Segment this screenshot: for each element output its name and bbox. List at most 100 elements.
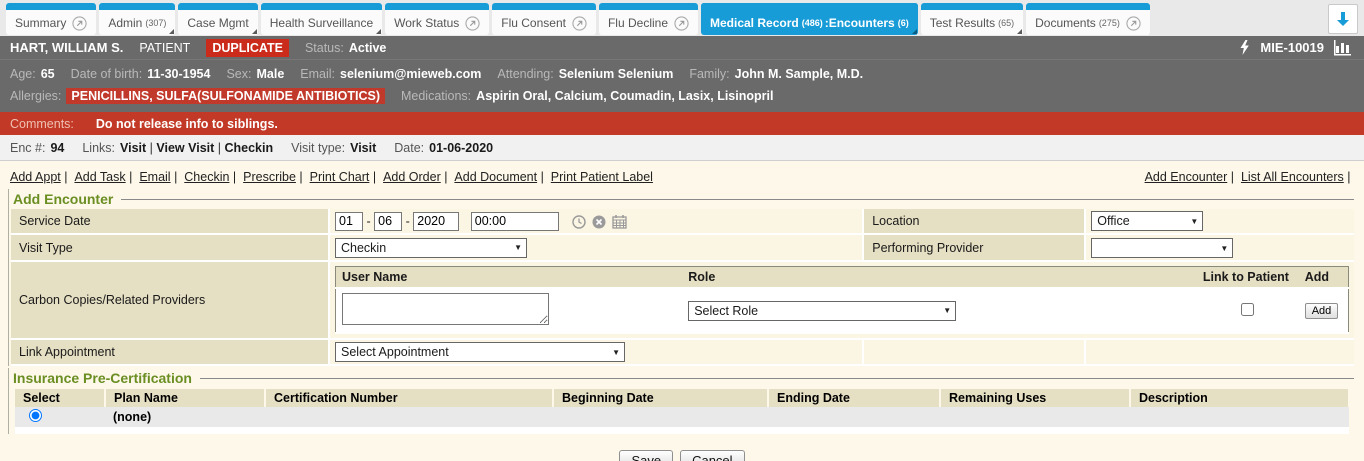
tab-label: Medical Record <box>710 17 799 29</box>
print-chart-link[interactable]: Print Chart <box>310 170 380 184</box>
tab-label: Work Status <box>394 17 459 29</box>
dob-label: Date of birth: <box>71 67 143 81</box>
calendar-icon[interactable] <box>612 215 627 229</box>
lightning-icon[interactable] <box>1239 40 1250 55</box>
status-field: Status: Active <box>305 41 386 55</box>
caret-down-icon: ▼ <box>1220 244 1228 253</box>
clock-icon[interactable] <box>572 215 586 229</box>
allergies-label: Allergies: <box>10 89 61 103</box>
cc-col-user-name: User Name <box>336 267 683 289</box>
expand-tabs-button[interactable] <box>1328 4 1358 34</box>
patient-header: HART, WILLIAM S. PATIENT DUPLICATE Statu… <box>0 36 1364 112</box>
save-button[interactable]: Save <box>619 450 673 461</box>
enc-date-label: Date: <box>394 141 424 155</box>
link-appointment-cell: Select Appointment ▼ <box>329 339 863 365</box>
insurance-header-row: Select Plan Name Certification Number Be… <box>15 389 1349 407</box>
patient-name: HART, WILLIAM S. <box>10 40 123 55</box>
description-value <box>1130 407 1349 427</box>
prescribe-link[interactable]: Prescribe <box>243 170 306 184</box>
allergies-value[interactable]: PENICILLINS, SULFA(SULFONAMIDE ANTIBIOTI… <box>66 88 385 104</box>
tab-flu-decline[interactable]: Flu Decline <box>599 3 698 35</box>
tab-case-mgmt[interactable]: Case Mgmt <box>178 3 257 35</box>
list-all-encounters-link[interactable]: List All Encounters <box>1241 170 1354 184</box>
tab-label: Flu Decline <box>608 17 668 29</box>
visit-type-select[interactable]: Checkin ▼ <box>335 238 527 258</box>
link-visit[interactable]: Visit <box>120 141 156 155</box>
add-document-link[interactable]: Add Document <box>454 170 547 184</box>
col-beginning-date: Beginning Date <box>553 389 768 407</box>
dob-value: 11-30-1954 <box>147 67 210 81</box>
age-value: 65 <box>41 67 55 81</box>
tab-work-status[interactable]: Work Status <box>385 3 489 35</box>
service-date-row: Service Date - - Location Office ▼ <box>11 209 1354 234</box>
tab-test-results[interactable]: Test Results (65) <box>921 3 1023 35</box>
print-patient-label-link[interactable]: Print Patient Label <box>551 170 653 184</box>
tab-label: Documents <box>1035 17 1096 29</box>
tab-label: Admin <box>108 17 142 29</box>
links-label: Links: <box>82 141 115 155</box>
popup-icon[interactable] <box>674 16 689 31</box>
service-date-inputs: - - <box>329 209 863 234</box>
popup-icon[interactable] <box>1126 16 1141 31</box>
tab-label: Case Mgmt <box>187 17 248 29</box>
tab-health-surveillance[interactable]: Health Surveillance <box>261 3 382 35</box>
tab-summary[interactable]: Summary <box>6 3 96 35</box>
popup-icon[interactable] <box>465 16 480 31</box>
attending-label: Attending: <box>497 67 553 81</box>
chart-stats-icon[interactable] <box>1334 40 1354 56</box>
add-encounter-header: Add Encounter <box>9 189 1356 209</box>
popup-icon[interactable] <box>572 16 587 31</box>
service-date-day-input[interactable] <box>374 212 402 231</box>
tab-documents[interactable]: Documents (275) <box>1026 3 1150 35</box>
tab-label: Summary <box>15 17 66 29</box>
location-value: Office <box>1097 214 1129 228</box>
performing-provider-select[interactable]: ▼ <box>1091 238 1233 258</box>
patient-type: PATIENT <box>139 41 190 55</box>
enc-number-label: Enc #: <box>10 141 45 155</box>
popup-icon[interactable] <box>72 16 87 31</box>
role-select[interactable]: Select Role ▼ <box>688 301 956 321</box>
add-appt-link[interactable]: Add Appt <box>10 170 71 184</box>
section-title: Add Encounter <box>13 191 113 207</box>
tab-flu-consent[interactable]: Flu Consent <box>492 3 596 35</box>
link-checkin[interactable]: Checkin <box>224 141 273 155</box>
add-task-link[interactable]: Add Task <box>74 170 135 184</box>
comments-label: Comments: <box>10 117 74 131</box>
cancel-button[interactable]: Cancel <box>680 450 744 461</box>
cc-add-button[interactable]: Add <box>1305 303 1339 319</box>
cc-input-row: Select Role ▼ Add <box>336 288 1349 333</box>
location-select[interactable]: Office ▼ <box>1091 211 1203 231</box>
caret-down-icon: ▼ <box>514 243 522 252</box>
date-separator: - <box>366 214 370 228</box>
cc-col-link-to-patient: Link to Patient <box>1197 267 1299 289</box>
caret-down-icon: ▼ <box>1190 217 1198 226</box>
section-title: Insurance Pre-Certification <box>13 370 192 386</box>
email-value[interactable]: selenium@mieweb.com <box>340 67 481 81</box>
service-time-input[interactable] <box>471 212 559 231</box>
checkin-link[interactable]: Checkin <box>184 170 239 184</box>
enc-date-value: 01-06-2020 <box>429 141 493 155</box>
patient-demographics: Age:65 Date of birth:11-30-1954 Sex:Male… <box>0 60 1364 112</box>
chart-id: MIE-10019 <box>1260 40 1324 55</box>
link-appointment-label: Link Appointment <box>11 339 329 365</box>
insurance-row-none: (none) <box>15 407 1349 427</box>
tab-medical-record-encounters[interactable]: Medical Record (486) :Encounters (6) <box>701 3 918 35</box>
tab-menu-fold-icon <box>169 29 174 34</box>
tab-label: Health Surveillance <box>270 17 373 29</box>
medications-value[interactable]: Aspirin Oral, Calcium, Coumadin, Lasix, … <box>476 89 773 103</box>
link-to-patient-checkbox[interactable] <box>1241 303 1254 316</box>
tab-menu-fold-icon <box>1017 29 1022 34</box>
email-link[interactable]: Email <box>139 170 180 184</box>
col-ending-date: Ending Date <box>768 389 940 407</box>
user-name-input[interactable] <box>342 293 549 325</box>
link-view-visit[interactable]: View Visit <box>156 141 224 155</box>
clear-date-icon[interactable] <box>592 215 606 229</box>
tab-admin[interactable]: Admin (307) <box>99 3 175 35</box>
link-appointment-select[interactable]: Select Appointment ▼ <box>335 342 625 362</box>
service-date-month-input[interactable] <box>335 212 363 231</box>
add-order-link[interactable]: Add Order <box>383 170 451 184</box>
service-date-year-input[interactable] <box>413 212 459 231</box>
precert-none-radio[interactable] <box>29 409 42 422</box>
add-encounter-link[interactable]: Add Encounter <box>1145 170 1238 184</box>
link-appointment-row: Link Appointment Select Appointment ▼ <box>11 339 1354 365</box>
